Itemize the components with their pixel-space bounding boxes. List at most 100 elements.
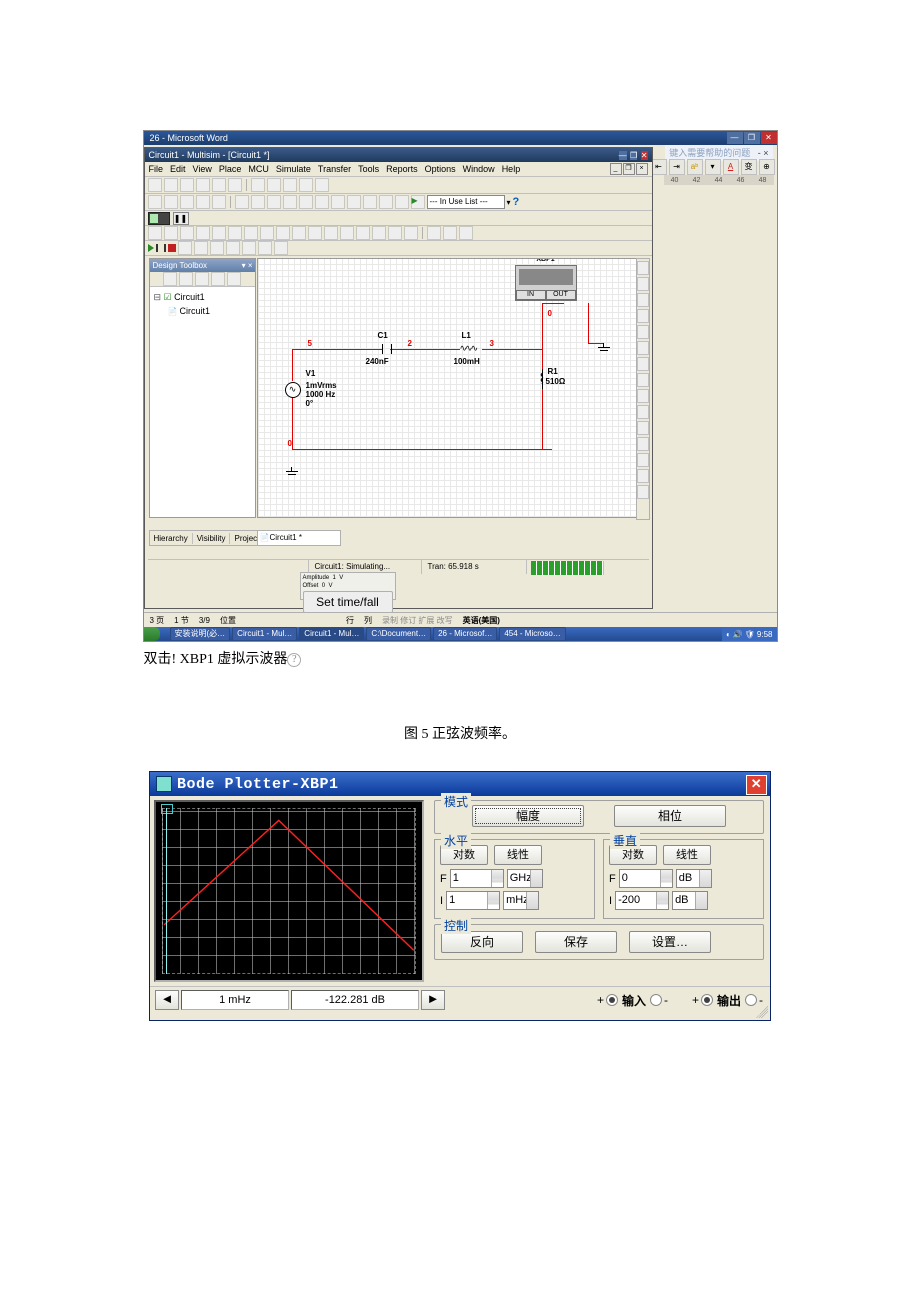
tray-icon[interactable]: 🛡 [745, 630, 755, 639]
grid-icon[interactable]: ⊕ [759, 159, 775, 175]
multimeter-icon[interactable] [637, 261, 649, 275]
v-f-unit[interactable]: dB [676, 869, 712, 888]
taskbar-app-5[interactable]: 26 - Microsof… [433, 627, 497, 641]
asian-layout-icon[interactable]: 变 [741, 159, 757, 175]
out-plus-radio[interactable] [701, 994, 713, 1006]
fgen-icon[interactable] [637, 277, 649, 291]
indicator-icon[interactable] [292, 226, 306, 240]
indent-left-icon[interactable]: ⇤ [651, 159, 667, 175]
spectrum-icon[interactable] [637, 437, 649, 451]
logic-converter-icon[interactable] [637, 389, 649, 403]
graph-icon[interactable] [283, 195, 297, 209]
set-time-button[interactable]: Set time/fall Time [303, 591, 393, 613]
schematic-canvas[interactable]: XBP1 IN OUT [257, 258, 638, 518]
taskbar-app-2[interactable]: Circuit1 - Mul… [232, 627, 297, 641]
undo-icon[interactable] [299, 178, 313, 192]
spread-icon[interactable] [251, 195, 265, 209]
go-icon[interactable]: ▶ [411, 195, 425, 209]
maximize-icon[interactable]: ❐ [630, 151, 637, 160]
circuit-tab[interactable]: Circuit1 * [257, 530, 341, 546]
h-i-unit[interactable]: mHz [503, 891, 539, 910]
bode-plotter-icon[interactable] [637, 325, 649, 339]
close-icon[interactable]: ✕ [761, 132, 777, 144]
h-lin-button[interactable]: 线性 [494, 845, 542, 865]
new-icon[interactable] [148, 178, 162, 192]
taskbar-app-6[interactable]: 454 - Microso… [499, 627, 565, 641]
menu-place[interactable]: Place [219, 164, 242, 174]
freq-counter-icon[interactable] [637, 341, 649, 355]
menu-window[interactable]: Window [463, 164, 495, 174]
copy-icon[interactable] [267, 178, 281, 192]
taskbar-app-1[interactable]: 安装说明(必… [170, 627, 231, 641]
cut-icon[interactable] [251, 178, 265, 192]
in-use-list-dropdown[interactable]: --- In Use List --- [427, 195, 505, 209]
indent-right-icon[interactable]: ⇥ [669, 159, 685, 175]
basic-icon[interactable] [164, 226, 178, 240]
hier-icon[interactable] [443, 226, 457, 240]
mdi-minimize-icon[interactable]: _ [610, 163, 622, 175]
start-button[interactable] [144, 627, 160, 641]
zoomfit-icon[interactable] [148, 195, 162, 209]
distortion-icon[interactable] [637, 421, 649, 435]
h-f-unit[interactable]: GHz [507, 869, 543, 888]
reverse-button[interactable]: 反向 [441, 931, 523, 953]
cursor-right-button[interactable]: ► [421, 990, 445, 1010]
minimize-icon[interactable]: — [727, 132, 743, 144]
forward-icon[interactable] [379, 195, 393, 209]
redo-icon[interactable] [315, 178, 329, 192]
ac-source[interactable]: ∿ [285, 382, 301, 398]
tb-saveall-icon[interactable] [211, 272, 225, 286]
v-i-value[interactable]: -200 [615, 891, 669, 910]
bode-plot-area[interactable] [154, 800, 424, 982]
menu-view[interactable]: View [193, 164, 212, 174]
highlight-icon[interactable]: aᵇ [687, 159, 703, 175]
paste-icon[interactable] [283, 178, 297, 192]
mdi-restore-icon[interactable]: ❐ [623, 163, 635, 175]
ground-icon[interactable] [598, 343, 610, 351]
zoomarea-icon[interactable] [196, 195, 210, 209]
menu-transfer[interactable]: Transfer [318, 164, 351, 174]
cursor-line[interactable] [166, 808, 167, 974]
mixed-icon[interactable] [276, 226, 290, 240]
in-minus-radio[interactable] [650, 994, 662, 1006]
preview-icon[interactable] [228, 178, 242, 192]
sim-settings-icon[interactable] [194, 241, 208, 255]
tray-icon[interactable]: 🔊 [733, 630, 743, 639]
agilent-icon[interactable] [637, 469, 649, 483]
magnitude-button[interactable]: 幅度 [472, 805, 584, 827]
back-icon[interactable] [395, 195, 409, 209]
comp-icon[interactable] [235, 195, 249, 209]
theme-icon[interactable]: ▾ [705, 159, 721, 175]
iv-analyzer-icon[interactable] [637, 405, 649, 419]
tb-new-icon[interactable] [163, 272, 177, 286]
mcu-icon[interactable] [404, 226, 418, 240]
electromech-icon[interactable] [372, 226, 386, 240]
capacitor[interactable] [382, 344, 392, 354]
tab-hierarchy[interactable]: Hierarchy [150, 533, 193, 544]
misc-digital-icon[interactable] [260, 226, 274, 240]
word-gen-icon[interactable] [637, 357, 649, 371]
instr2-icon[interactable] [226, 241, 240, 255]
print-icon[interactable] [212, 178, 226, 192]
taskbar-app-3[interactable]: Circuit1 - Mul… [299, 627, 364, 641]
tree-root[interactable]: ☑ Circuit1 [154, 290, 251, 304]
play-icon[interactable] [148, 244, 154, 252]
cursor-handle[interactable] [161, 804, 173, 814]
run-switch[interactable] [148, 212, 170, 225]
advanced-icon[interactable] [340, 226, 354, 240]
analog-icon[interactable] [212, 226, 226, 240]
network-icon[interactable] [637, 453, 649, 467]
h-f-value[interactable]: 1 [450, 869, 504, 888]
settings-button[interactable]: 设置… [629, 931, 711, 953]
db-icon[interactable] [267, 195, 281, 209]
menu-reports[interactable]: Reports [386, 164, 418, 174]
toolbox-close-icon[interactable]: ▾ × [242, 259, 255, 272]
tab-visibility[interactable]: Visibility [193, 533, 231, 544]
menu-options[interactable]: Options [425, 164, 456, 174]
transistor-icon[interactable] [196, 226, 210, 240]
save-icon[interactable] [196, 178, 210, 192]
tb-misc-icon[interactable] [227, 272, 241, 286]
menu-mcu[interactable]: MCU [248, 164, 269, 174]
taskbar-app-4[interactable]: C:\Document… [366, 627, 431, 641]
tb-open-icon[interactable] [179, 272, 193, 286]
